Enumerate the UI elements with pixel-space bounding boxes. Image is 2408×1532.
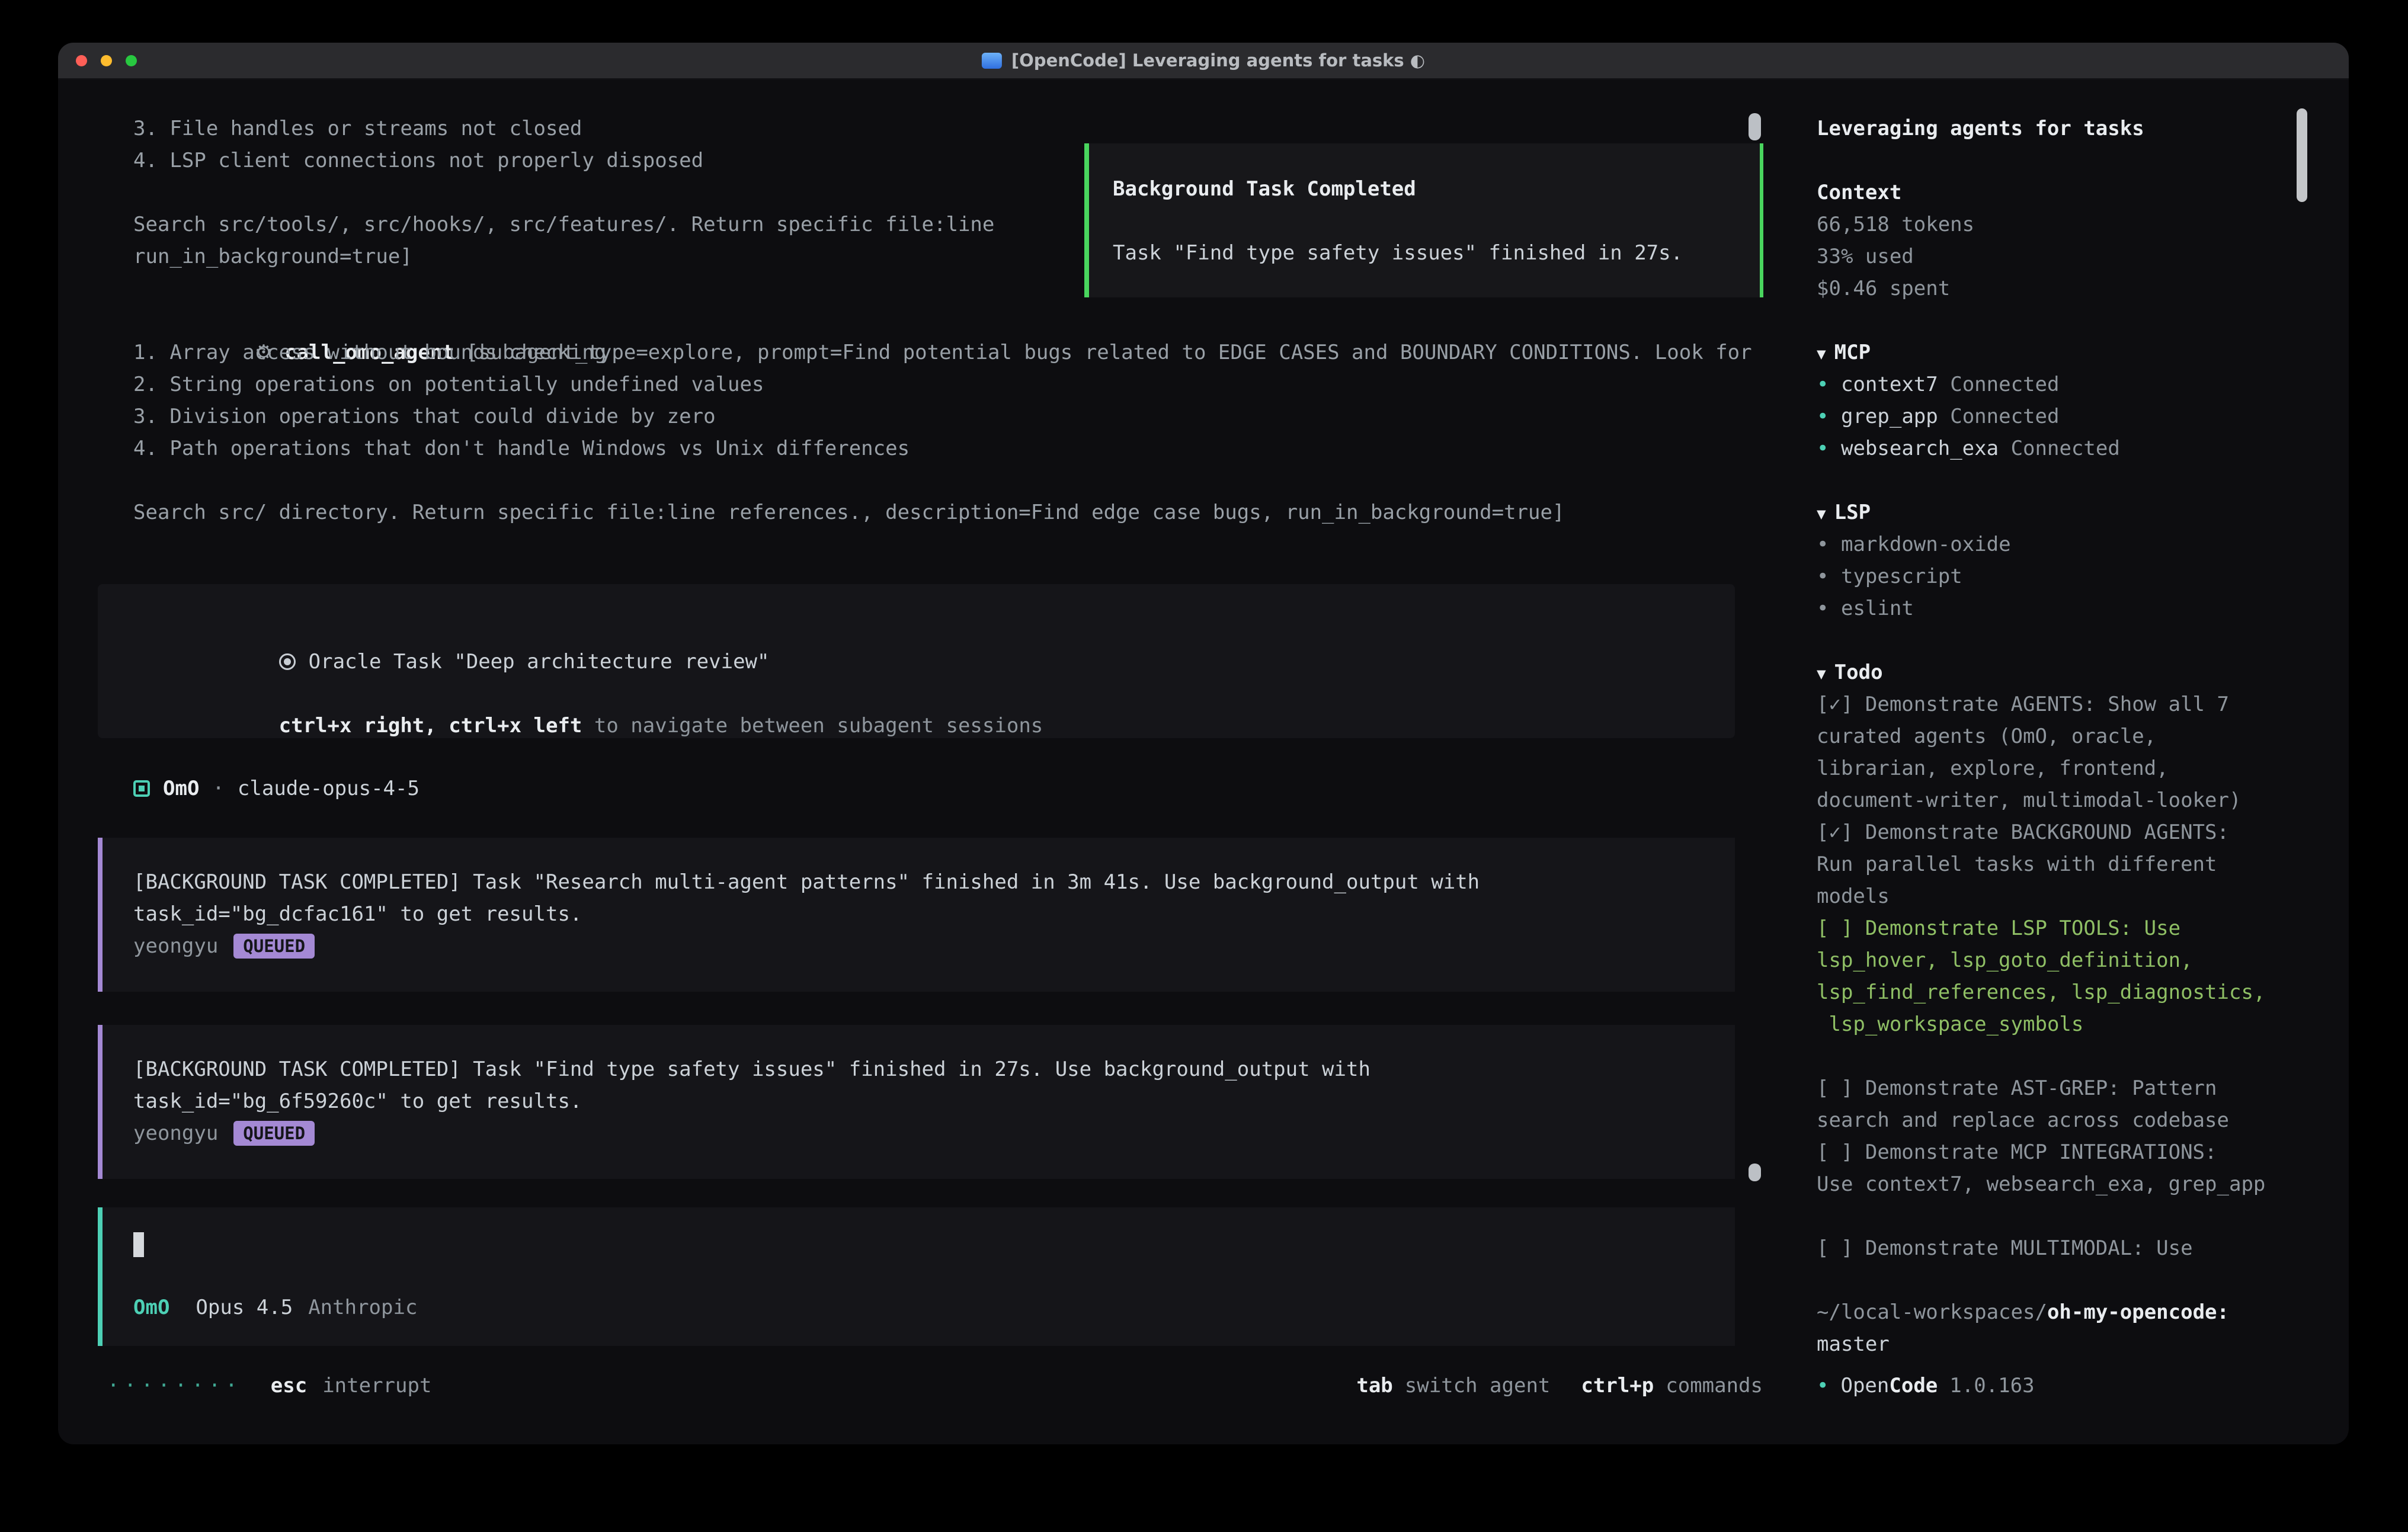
commands-label: commands [1666, 1374, 1763, 1398]
esc-key-hint: esc [271, 1374, 307, 1398]
collapse-triangle-icon: ▼ [1817, 345, 1826, 363]
workspace-path: ~/local-workspaces/oh-my-opencode: [1817, 1296, 2278, 1328]
input-line[interactable] [133, 1227, 1711, 1259]
collapse-triangle-icon: ▼ [1817, 665, 1826, 683]
app-version: 1.0.163 [1949, 1374, 2034, 1398]
bullet-icon: • [1817, 533, 1829, 556]
main-scrollbar-thumb[interactable] [1749, 113, 1761, 140]
message-author: yeongyu [133, 1121, 218, 1145]
tab-label: switch agent [1405, 1374, 1551, 1398]
collapse-triangle-icon: ▼ [1817, 505, 1826, 523]
status-left: ········ esc interrupt [107, 1374, 431, 1398]
ctrl-p-key: ctrl+p [1581, 1374, 1654, 1398]
oracle-task-title-line: Oracle Task "Deep architecture review" [133, 614, 1711, 646]
shortcut-description: to navigate between subagent sessions [594, 714, 1043, 738]
bullet-icon: • [1817, 437, 1829, 460]
message-text: [BACKGROUND TASK COMPLETED] Task "Resear… [133, 866, 1711, 930]
terminal-content: 3. File handles or streams not closed 4.… [58, 81, 2349, 1444]
todo-section-heading[interactable]: ▼Todo [1817, 656, 2278, 688]
window-titlebar[interactable]: [OpenCode] Leveraging agents for tasks ◐ [58, 43, 2349, 79]
bullet-icon: • [1817, 565, 1829, 588]
todo-item-pending: [ ] Demonstrate MCP INTEGRATIONS: Use co… [1817, 1136, 2278, 1200]
oracle-icon [279, 653, 296, 670]
session-title: Leveraging agents for tasks [1817, 113, 2278, 145]
output-line: 3. File handles or streams not closed [133, 113, 1794, 145]
sidebar-scrollbar-thumb[interactable] [2297, 108, 2307, 202]
todo-item-done: [✓] Demonstrate AGENTS: Show all 7 curat… [1817, 688, 2278, 816]
context-used: 33% used [1817, 241, 2278, 273]
text-cursor [133, 1232, 144, 1257]
spinner: ········ [107, 1374, 242, 1398]
message-text: [BACKGROUND TASK COMPLETED] Task "Find t… [133, 1053, 1711, 1117]
active-model: Opus 4.5 [196, 1296, 293, 1319]
sidebar: Leveraging agents for tasks Context 66,5… [1794, 81, 2349, 1444]
agent-header: OmO · claude-opus-4-5 [133, 773, 1794, 805]
window-title: [OpenCode] Leveraging agents for tasks ◐ [982, 50, 1425, 70]
todo-item-pending: [ ] Demonstrate MULTIMODAL: Use [1817, 1232, 2278, 1264]
zoom-button[interactable] [126, 55, 137, 66]
commands-hint: ctrl+p commands [1581, 1374, 1763, 1398]
bullet-icon: • [1817, 1374, 1829, 1398]
mcp-section-heading[interactable]: ▼MCP [1817, 336, 2278, 368]
main-scrollbar-thumb-lower[interactable] [1749, 1164, 1761, 1181]
prompt-input[interactable]: OmO Opus 4.5 Anthropic [98, 1207, 1735, 1346]
bullet-icon: • [1817, 405, 1829, 428]
message-author: yeongyu [133, 934, 218, 958]
tool-call-line: ⚙call_omo_agent[subagent_type=explore, p… [133, 305, 1794, 336]
background-task-message-2: [BACKGROUND TASK COMPLETED] Task "Find t… [98, 1025, 1735, 1179]
lsp-item: • eslint [1817, 592, 2278, 624]
lsp-item: • typescript [1817, 560, 2278, 592]
mcp-item: • context7 Connected [1817, 368, 2278, 400]
agent-model: claude-opus-4-5 [238, 777, 420, 800]
background-task-toast[interactable]: Background Task Completed Task "Find typ… [1084, 143, 1763, 297]
model-selector-line[interactable]: OmO Opus 4.5 Anthropic [133, 1291, 1711, 1323]
queued-badge: QUEUED [233, 934, 315, 959]
separator-dot: · [212, 777, 224, 800]
message-meta: yeongyu QUEUED [133, 1117, 1711, 1149]
tool-args: [subagent_type=explore, prompt=Find pote… [466, 341, 1752, 364]
queued-badge: QUEUED [233, 1121, 315, 1146]
tab-hint: tab switch agent [1356, 1374, 1550, 1398]
agent-checkbox-icon [133, 780, 150, 797]
agent-name: OmO [163, 777, 199, 800]
shortcut-keys: ctrl+x right, ctrl+x left [279, 714, 582, 738]
lsp-section-heading[interactable]: ▼LSP [1817, 496, 2278, 528]
context-heading: Context [1817, 177, 2278, 209]
todo-item-pending: [ ] Demonstrate AST-GREP: Pattern search… [1817, 1072, 2278, 1136]
message-meta: yeongyu QUEUED [133, 930, 1711, 962]
tab-key: tab [1356, 1374, 1392, 1398]
bullet-icon: • [1817, 373, 1829, 396]
todo-item-done: [✓] Demonstrate BACKGROUND AGENTS: Run p… [1817, 816, 2278, 912]
status-bar: ········ esc interrupt tab switch agent … [107, 1370, 1763, 1402]
terminal-app-icon [982, 53, 1002, 69]
toast-body: Task "Find type safety issues" finished … [1113, 237, 1738, 269]
status-right: tab switch agent ctrl+p commands [1356, 1374, 1763, 1398]
session-panel: 3. File handles or streams not closed 4.… [58, 81, 1794, 1444]
workspace-branch: master [1817, 1328, 2278, 1360]
close-button[interactable] [76, 55, 87, 66]
opencode-version: • OpenCode 1.0.163 [1817, 1370, 2035, 1402]
model-provider: Anthropic [308, 1296, 417, 1319]
esc-key-label: interrupt [322, 1374, 431, 1398]
background-task-message-1: [BACKGROUND TASK COMPLETED] Task "Resear… [98, 838, 1735, 992]
active-agent: OmO [133, 1296, 169, 1319]
tool-prompt-footer: Search src/ directory. Return specific f… [133, 496, 1794, 528]
bullet-icon: • [1817, 597, 1829, 620]
oracle-task-panel[interactable]: Oracle Task "Deep architecture review" c… [98, 584, 1735, 738]
mcp-item: • grep_app Connected [1817, 400, 2278, 432]
window-title-text: [OpenCode] Leveraging agents for tasks ◐ [1011, 50, 1425, 70]
context-spent: $0.46 spent [1817, 273, 2278, 305]
minimize-button[interactable] [101, 55, 112, 66]
traffic-lights [76, 55, 137, 66]
mcp-item: • websearch_exa Connected [1817, 432, 2278, 464]
todo-item-active: [ ] Demonstrate LSP TOOLS: Use lsp_hover… [1817, 912, 2278, 1040]
terminal-window: [OpenCode] Leveraging agents for tasks ◐… [58, 43, 2349, 1444]
toast-title: Background Task Completed [1113, 173, 1738, 205]
oracle-task-title: Oracle Task "Deep architecture review" [309, 650, 770, 674]
app-name: OpenCode [1840, 1374, 1938, 1398]
context-tokens: 66,518 tokens [1817, 209, 2278, 241]
oracle-shortcut-hint: ctrl+x right, ctrl+x left to navigate be… [133, 678, 1711, 710]
lsp-item: • markdown-oxide [1817, 528, 2278, 560]
